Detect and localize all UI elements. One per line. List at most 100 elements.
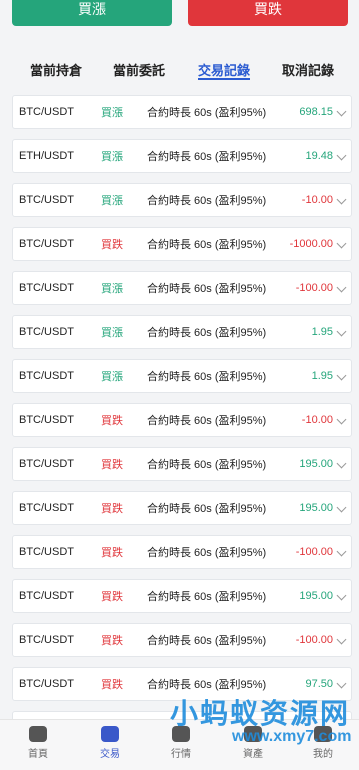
trade-direction: 買漲 (101, 107, 123, 119)
chevron-down-icon[interactable] (336, 590, 347, 601)
trade-record-row[interactable]: BTC/USDT 買漲 合約時長 60s (盈利95%) -100.00 (12, 271, 352, 305)
trade-record-row[interactable]: BTC/USDT 買跌 合約時長 60s (盈利95%) 195.00 (12, 447, 352, 481)
trade-pair: BTC/USDT (19, 502, 74, 514)
chevron-down-icon[interactable] (336, 106, 347, 117)
trade-direction: 買跌 (101, 415, 123, 427)
trade-direction: 買跌 (101, 547, 123, 559)
profit-amount: 195.00 (299, 458, 333, 470)
profit-amount: 195.00 (299, 590, 333, 602)
chevron-down-icon[interactable] (336, 458, 347, 469)
profit-amount: -1000.00 (289, 238, 333, 250)
trade-direction: 買跌 (101, 679, 123, 691)
chevron-down-icon[interactable] (336, 370, 347, 381)
profit-amount: 1.95 (311, 326, 333, 338)
trade-pair: BTC/USDT (19, 458, 74, 470)
profit-amount: 97.50 (305, 678, 333, 690)
contract-info: 合約時長 60s (盈利95%) (147, 547, 267, 559)
chevron-down-icon[interactable] (336, 238, 347, 249)
contract-info: 合約時長 60s (盈利95%) (147, 371, 267, 383)
nav-home[interactable]: 首頁 (13, 726, 63, 760)
trade-record-row[interactable]: BTC/USDT 買漲 合約時長 60s (盈利95%) -10.00 (12, 183, 352, 217)
trade-direction: 買跌 (101, 503, 123, 515)
trade-direction: 買漲 (101, 283, 123, 295)
contract-info: 合約時長 60s (盈利95%) (147, 195, 267, 207)
nav-trade[interactable]: 交易 (85, 726, 135, 760)
trade-record-row[interactable]: BTC/USDT 買跌 合約時長 60s (盈利95%) -100.00 (12, 623, 352, 657)
contract-info: 合約時長 60s (盈利95%) (147, 327, 267, 339)
trade-record-row[interactable]: BTC/USDT 買漲 合約時長 60s (盈利95%) 698.15 (12, 95, 352, 129)
trade-direction: 買漲 (101, 371, 123, 383)
contract-info: 合約時長 60s (盈利95%) (147, 459, 267, 471)
nav-profile-label: 我的 (313, 749, 333, 760)
trade-buttons: 買漲 買跌 (0, 0, 359, 36)
nav-assets-label: 資產 (243, 749, 263, 760)
trade-record-row[interactable]: BTC/USDT 買漲 合約時長 60s (盈利95%) 1.95 (12, 315, 352, 349)
chevron-down-icon[interactable] (336, 194, 347, 205)
trade-record-row[interactable]: BTC/USDT 買跌 合約時長 60s (盈利95%) -10.00 (12, 403, 352, 437)
buy-down-button[interactable]: 買跌 (188, 0, 348, 26)
contract-info: 合約時長 60s (盈利95%) (147, 591, 267, 603)
trade-record-row[interactable]: BTC/USDT 買跌 合約時長 60s (盈利95%) 195.00 (12, 579, 352, 613)
trade-icon (101, 726, 119, 742)
chevron-down-icon[interactable] (336, 150, 347, 161)
trade-pair: ETH/USDT (19, 150, 74, 162)
home-icon (29, 726, 47, 742)
trade-pair: BTC/USDT (19, 546, 74, 558)
profit-amount: 698.15 (299, 106, 333, 118)
profit-amount: -10.00 (301, 194, 333, 206)
watermark-title: 小蚂蚁资源网 (170, 698, 351, 729)
profit-amount: 19.48 (305, 150, 333, 162)
chevron-down-icon[interactable] (336, 502, 347, 513)
trade-direction: 買漲 (101, 327, 123, 339)
trade-direction: 買跌 (101, 239, 123, 251)
trade-record-list: BTC/USDT 買漲 合約時長 60s (盈利95%) 698.15 ETH/USDT… (12, 95, 352, 755)
trade-direction: 買漲 (101, 151, 123, 163)
trade-pair: BTC/USDT (19, 634, 74, 646)
profit-amount: -10.00 (301, 414, 333, 426)
trade-pair: BTC/USDT (19, 282, 74, 294)
trade-direction: 買跌 (101, 459, 123, 471)
trade-direction: 買漲 (101, 195, 123, 207)
trade-pair: BTC/USDT (19, 590, 74, 602)
profit-amount: 1.95 (311, 370, 333, 382)
contract-info: 合約時長 60s (盈利95%) (147, 415, 267, 427)
profit-amount: 195.00 (299, 502, 333, 514)
order-tabs: 當前持倉 當前委託 交易記錄 取消記錄 (0, 52, 359, 88)
trade-record-row[interactable]: BTC/USDT 買跌 合約時長 60s (盈利95%) -1000.00 (12, 227, 352, 261)
tab-trade-records[interactable]: 交易記錄 (198, 60, 250, 79)
chevron-down-icon[interactable] (336, 326, 347, 337)
trade-record-row[interactable]: BTC/USDT 買跌 合約時長 60s (盈利95%) -100.00 (12, 535, 352, 569)
contract-info: 合約時長 60s (盈利95%) (147, 635, 267, 647)
chevron-down-icon[interactable] (336, 634, 347, 645)
chevron-down-icon[interactable] (336, 546, 347, 557)
trade-pair: BTC/USDT (19, 370, 74, 382)
trade-pair: BTC/USDT (19, 106, 74, 118)
profit-amount: -100.00 (295, 634, 333, 646)
tab-current-orders[interactable]: 當前委託 (113, 60, 165, 79)
nav-market-label: 行情 (171, 749, 191, 760)
buy-up-button[interactable]: 買漲 (12, 0, 172, 26)
trade-direction: 買跌 (101, 635, 123, 647)
contract-info: 合約時長 60s (盈利95%) (147, 107, 267, 119)
profit-amount: -100.00 (295, 546, 333, 558)
contract-info: 合約時長 60s (盈利95%) (147, 239, 267, 251)
watermark-url: www.xmy7.com (232, 728, 352, 745)
chevron-down-icon[interactable] (336, 678, 347, 689)
contract-info: 合約時長 60s (盈利95%) (147, 679, 267, 691)
trade-direction: 買跌 (101, 591, 123, 603)
trade-pair: BTC/USDT (19, 414, 74, 426)
trade-pair: BTC/USDT (19, 194, 74, 206)
nav-home-label: 首頁 (28, 749, 48, 760)
contract-info: 合約時長 60s (盈利95%) (147, 283, 267, 295)
chevron-down-icon[interactable] (336, 414, 347, 425)
trade-pair: BTC/USDT (19, 678, 74, 690)
contract-info: 合約時長 60s (盈利95%) (147, 503, 267, 515)
tab-cancel-records[interactable]: 取消記錄 (282, 60, 334, 79)
trade-pair: BTC/USDT (19, 238, 74, 250)
chevron-down-icon[interactable] (336, 282, 347, 293)
trade-record-row[interactable]: BTC/USDT 買跌 合約時長 60s (盈利95%) 195.00 (12, 491, 352, 525)
trade-record-row[interactable]: ETH/USDT 買漲 合約時長 60s (盈利95%) 19.48 (12, 139, 352, 173)
trade-pair: BTC/USDT (19, 326, 74, 338)
trade-record-row[interactable]: BTC/USDT 買漲 合約時長 60s (盈利95%) 1.95 (12, 359, 352, 393)
tab-current-positions[interactable]: 當前持倉 (30, 60, 82, 79)
